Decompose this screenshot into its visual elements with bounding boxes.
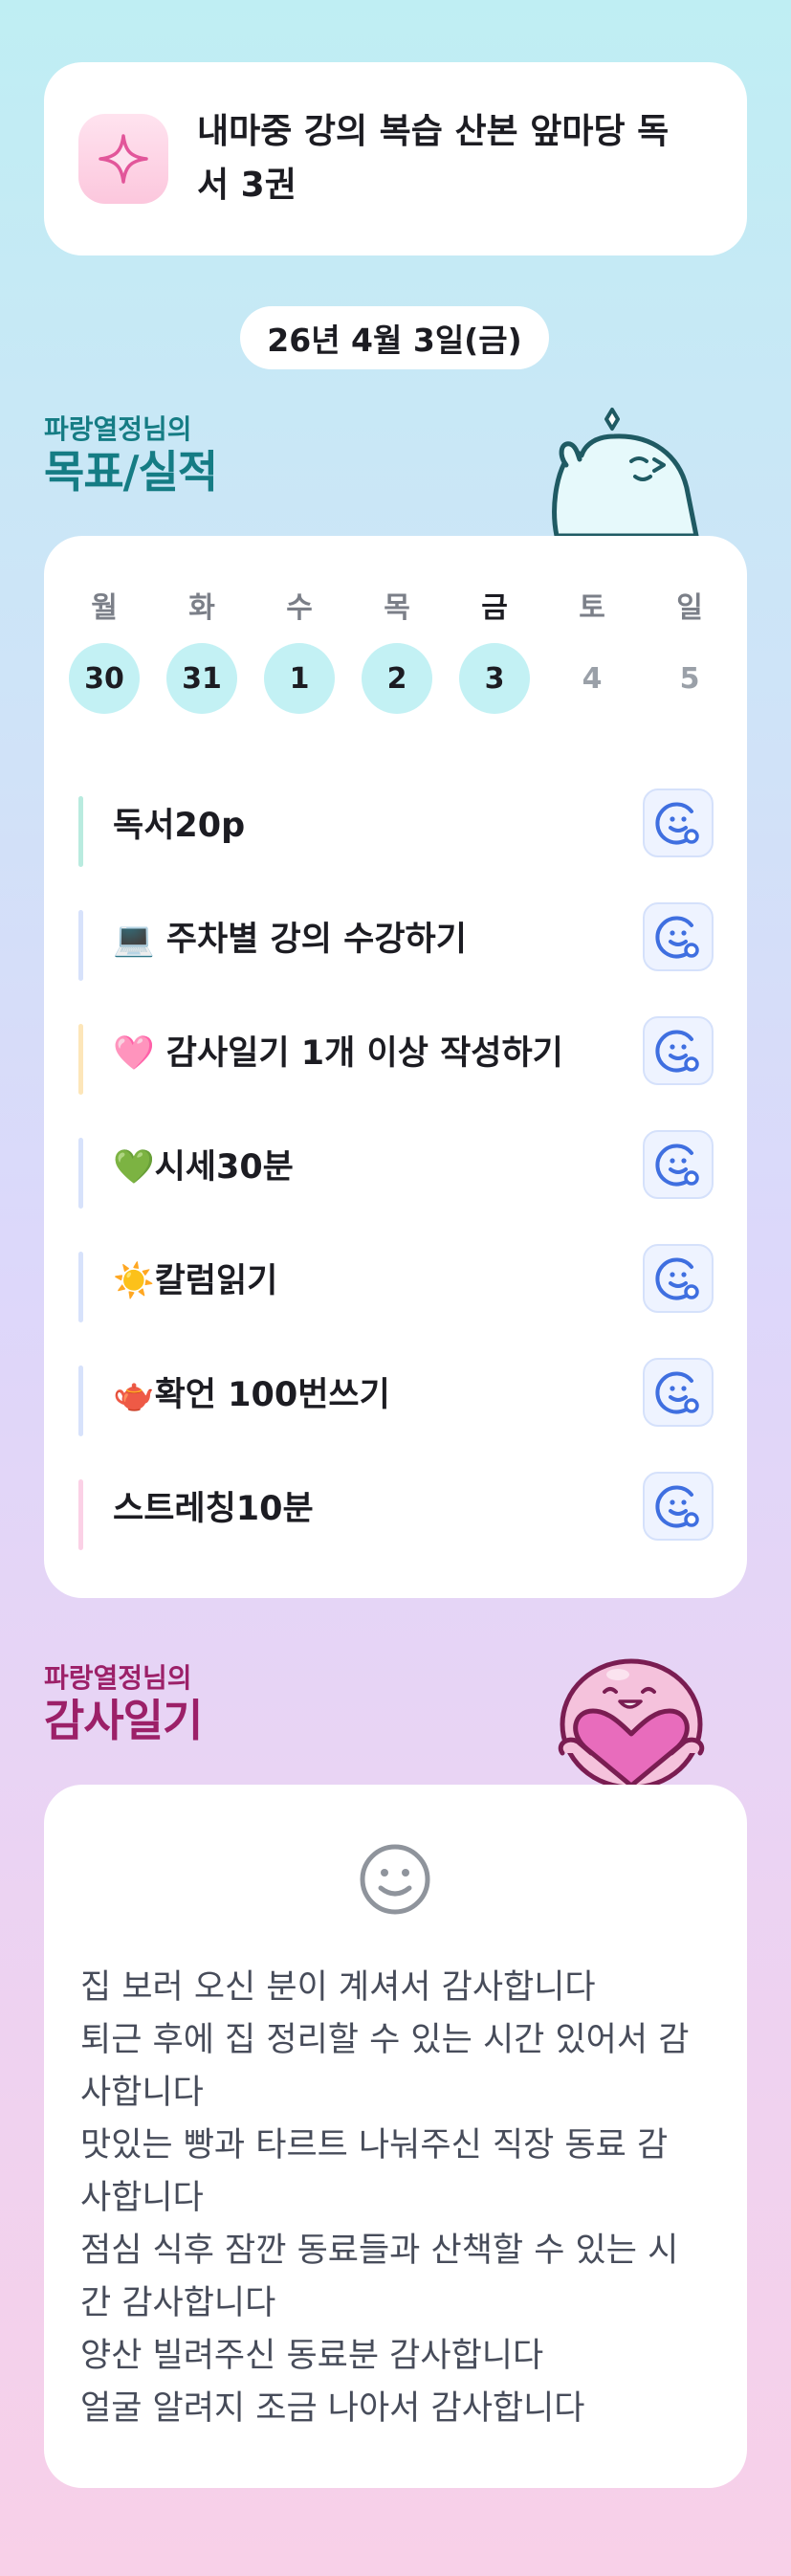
goals-section-heading: 파랑열정님의 목표/실적 (44, 413, 218, 498)
gratitude-line: 집 보러 오신 분이 계셔서 감사합니다 (80, 1968, 596, 2007)
day-number[interactable]: 30 (69, 643, 140, 714)
date-pill[interactable]: 26년 4월 3일(금) (240, 306, 549, 369)
gratitude-card: 집 보러 오신 분이 계셔서 감사합니다퇴근 후에 집 정리할 수 있는 시간 … (44, 1785, 747, 2488)
task-color-bar (78, 1252, 83, 1322)
cyan-mascot-illustration (552, 408, 699, 538)
day-mon[interactable]: 월 30 (69, 584, 140, 714)
goals-card: 월 30 화 31 수 1 목 2 금 3 토 4 일 5 독서20p 💻 주차별… (44, 536, 747, 1598)
day-tue[interactable]: 화 31 (166, 584, 237, 714)
day-label: 일 (676, 591, 703, 625)
gratitude-line: 사합니다 (80, 2179, 204, 2217)
smile-check-icon (655, 1371, 699, 1414)
day-number[interactable]: 31 (166, 643, 237, 714)
task-color-bar (78, 1024, 83, 1095)
day-number[interactable]: 3 (459, 643, 530, 714)
day-number[interactable]: 4 (557, 643, 627, 714)
goals-section-title: 목표/실적 (44, 446, 218, 498)
goals-section-subtitle: 파랑열정님의 (44, 413, 192, 445)
day-thu[interactable]: 목 2 (362, 584, 432, 714)
gratitude-section-heading: 파랑열정님의 감사일기 (44, 1662, 203, 1746)
gratitude-section-title: 감사일기 (44, 1695, 203, 1746)
gratitude-line: 사합니다 (80, 2074, 204, 2112)
smile-status-button[interactable] (643, 1357, 714, 1427)
task-item[interactable]: ☀️칼럼읽기 (78, 1221, 714, 1335)
task-label: ☀️칼럼읽기 (113, 1262, 278, 1300)
smile-status-button[interactable] (643, 1471, 714, 1541)
day-label: 목 (384, 591, 410, 625)
gratitude-line: 퇴근 후에 집 정리할 수 있는 시간 있어서 감 (80, 2021, 690, 2059)
gratitude-line: 맛있는 빵과 타르트 나눠주신 직장 동료 감 (80, 2126, 669, 2165)
task-item[interactable]: 🩷 감사일기 1개 이상 작성하기 (78, 993, 714, 1107)
gratitude-line: 얼굴 알려지 조금 나아서 감사합니다 (80, 2389, 585, 2428)
day-sun[interactable]: 일 5 (654, 584, 725, 714)
task-item[interactable]: 💚시세30분 (78, 1107, 714, 1221)
week-calendar: 월 30 화 31 수 1 목 2 금 3 토 4 일 5 (69, 584, 725, 714)
gratitude-line: 간 감사합니다 (80, 2284, 276, 2322)
task-label: 💚시세30분 (113, 1148, 294, 1187)
gratitude-line: 양산 빌려주신 동료분 감사합니다 (80, 2337, 544, 2375)
gratitude-line: 점심 식후 잠깐 동료들과 산책할 수 있는 시 (80, 2232, 679, 2270)
smile-status-button[interactable] (643, 1015, 714, 1085)
day-wed[interactable]: 수 1 (264, 584, 335, 714)
smile-check-icon (655, 1144, 699, 1187)
task-color-bar (78, 1366, 83, 1436)
task-label: 스트레칭10분 (113, 1490, 314, 1528)
smile-check-icon (655, 802, 699, 845)
day-label: 월 (91, 591, 118, 625)
sparkle-icon (78, 114, 168, 204)
task-item[interactable]: 🫖확언 100번쓰기 (78, 1335, 714, 1449)
day-number[interactable]: 2 (362, 643, 432, 714)
day-label: 금 (481, 591, 508, 625)
smile-check-icon (655, 1257, 699, 1300)
day-label: 수 (286, 591, 313, 625)
task-item[interactable]: 💻 주차별 강의 수강하기 (78, 879, 714, 993)
task-color-bar (78, 1479, 83, 1550)
smile-check-icon (655, 916, 699, 959)
smile-status-button[interactable] (643, 788, 714, 857)
task-list: 독서20p 💻 주차별 강의 수강하기 🩷 감사일기 1개 이상 작성하기 💚시세30… (78, 766, 714, 1563)
task-color-bar (78, 1138, 83, 1209)
gratitude-section-subtitle: 파랑열정님의 (44, 1662, 192, 1694)
day-fri-selected[interactable]: 금 3 (459, 584, 530, 714)
task-item[interactable]: 스트레칭10분 (78, 1449, 714, 1563)
heart-mascot-illustration (558, 1658, 705, 1786)
task-label: 🩷 감사일기 1개 이상 작성하기 (113, 1034, 563, 1073)
day-label: 토 (579, 591, 605, 625)
task-color-bar (78, 910, 83, 981)
smile-status-button[interactable] (643, 1243, 714, 1313)
task-label: 💻 주차별 강의 수강하기 (113, 921, 467, 959)
gratitude-list: 집 보러 오신 분이 계셔서 감사합니다퇴근 후에 집 정리할 수 있는 시간 … (80, 1962, 712, 2435)
day-number[interactable]: 5 (654, 643, 725, 714)
smile-check-icon (655, 1485, 699, 1528)
goal-card[interactable]: 내마중 강의 복습 산본 앞마당 독서 3권 (44, 62, 747, 255)
smile-icon[interactable] (358, 1842, 432, 1917)
task-item[interactable]: 독서20p (78, 766, 714, 879)
day-number[interactable]: 1 (264, 643, 335, 714)
smile-check-icon (655, 1030, 699, 1073)
day-sat[interactable]: 토 4 (557, 584, 627, 714)
task-label: 독서20p (113, 807, 246, 845)
goal-text: 내마중 강의 복습 산본 앞마당 독서 3권 (197, 112, 670, 205)
smile-status-button[interactable] (643, 901, 714, 971)
day-label: 화 (188, 591, 215, 625)
smile-status-button[interactable] (643, 1129, 714, 1199)
task-color-bar (78, 796, 83, 867)
task-label: 🫖확언 100번쓰기 (113, 1376, 390, 1414)
